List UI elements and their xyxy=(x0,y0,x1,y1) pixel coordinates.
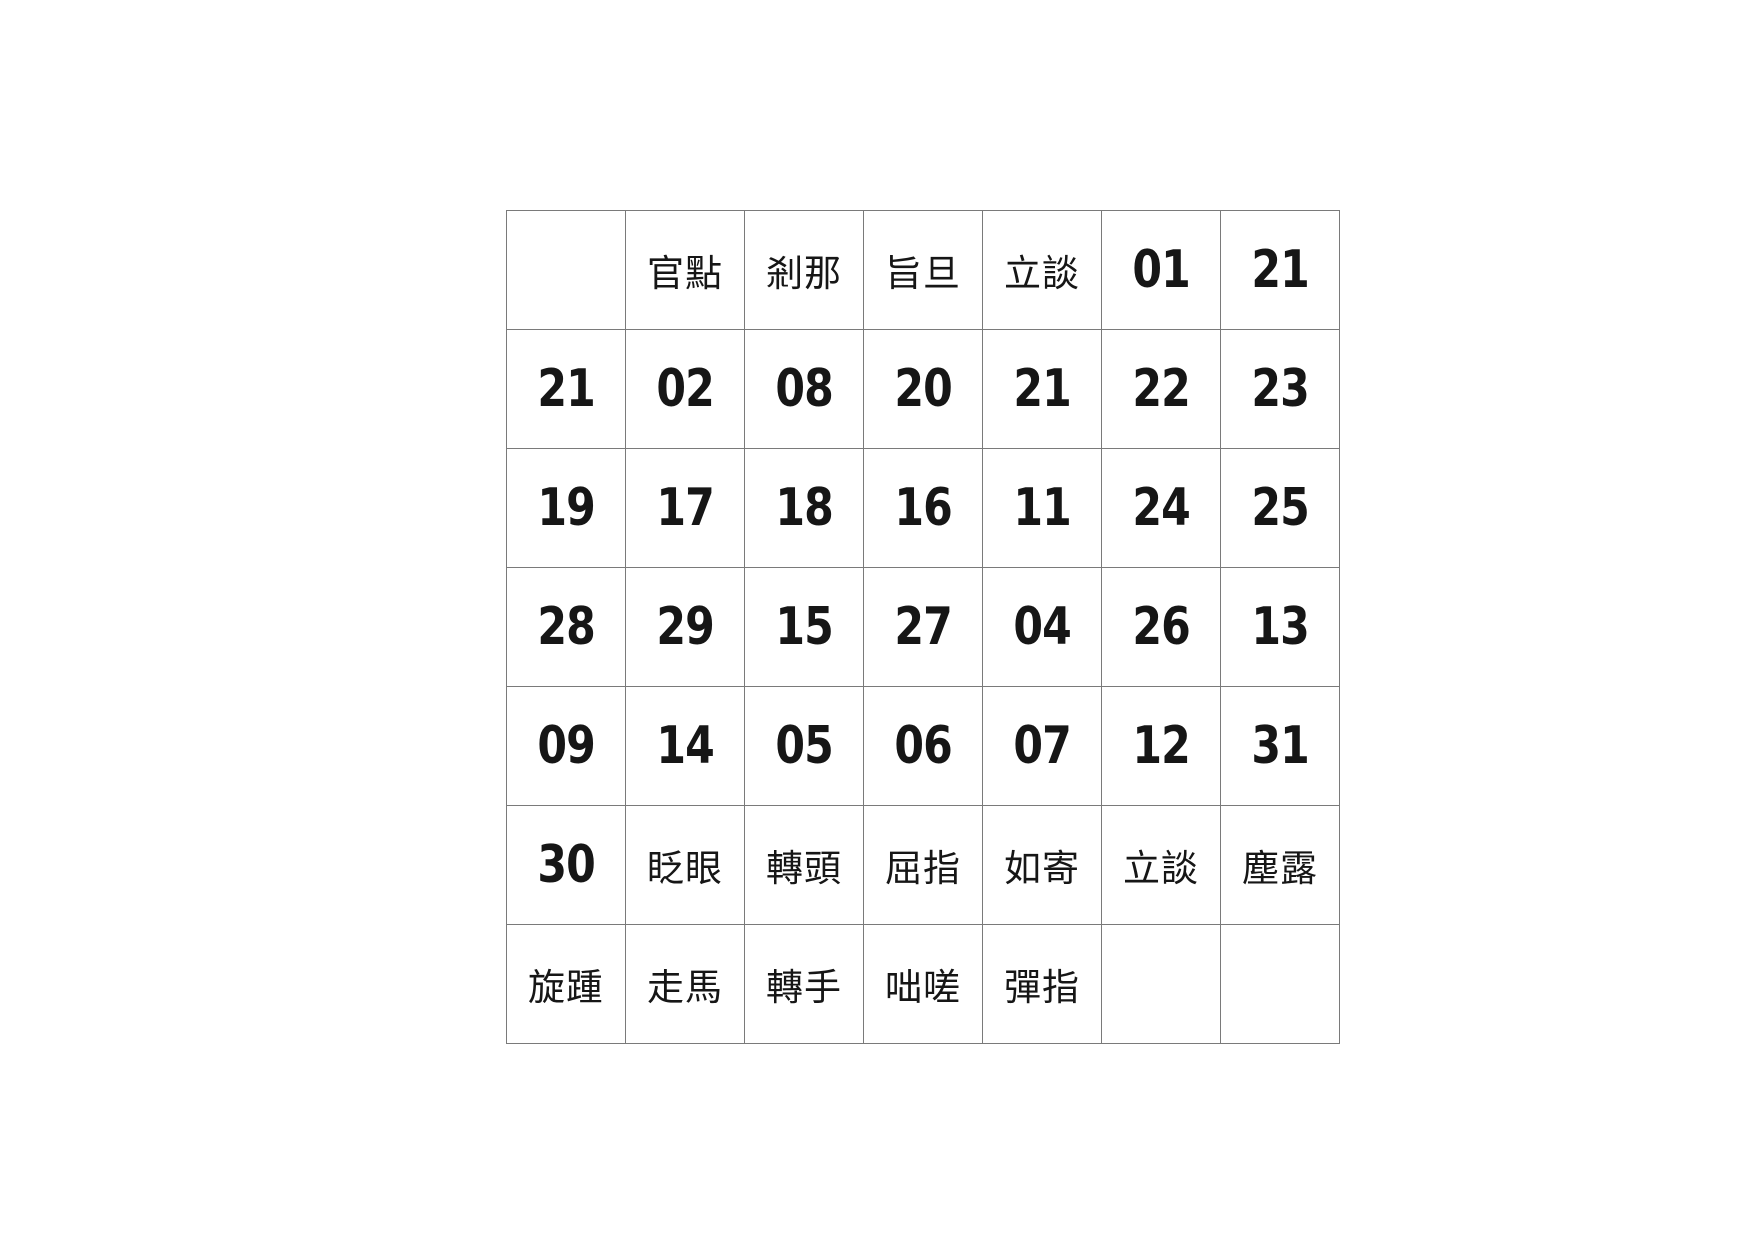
number-cell: 06 xyxy=(864,687,983,806)
word-label: 塵露 xyxy=(1242,847,1318,890)
number-label: 08 xyxy=(775,359,834,419)
empty-cell xyxy=(1221,925,1340,1044)
number-cell: 30 xyxy=(507,806,626,925)
word-label: 咄嗟 xyxy=(885,966,961,1009)
word-label: 轉頭 xyxy=(766,847,842,890)
number-label: 25 xyxy=(1251,478,1310,538)
number-cell: 31 xyxy=(1221,687,1340,806)
number-cell: 29 xyxy=(626,568,745,687)
word-label: 走馬 xyxy=(647,966,723,1009)
number-label: 26 xyxy=(1132,597,1191,657)
word-cell: 走馬 xyxy=(626,925,745,1044)
word-cell: 眨眼 xyxy=(626,806,745,925)
number-cell: 12 xyxy=(1102,687,1221,806)
number-cell: 21 xyxy=(507,330,626,449)
word-cell: 轉手 xyxy=(745,925,864,1044)
number-label: 07 xyxy=(1013,716,1072,776)
number-cell: 21 xyxy=(1221,211,1340,330)
number-cell: 23 xyxy=(1221,330,1340,449)
word-cell: 如寄 xyxy=(983,806,1102,925)
number-label: 06 xyxy=(894,716,953,776)
number-cell: 13 xyxy=(1221,568,1340,687)
word-label: 轉手 xyxy=(766,966,842,1009)
number-cell: 28 xyxy=(507,568,626,687)
word-cell: 立談 xyxy=(983,211,1102,330)
number-label: 14 xyxy=(656,716,715,776)
number-label: 15 xyxy=(775,597,834,657)
number-label: 29 xyxy=(656,597,715,657)
calendar-grid: 官點 剎那 旨旦 立談 01 21 21 02 08 20 21 22 23 19 17 18 16 11 24 25… xyxy=(506,210,1340,1044)
number-label: 23 xyxy=(1251,359,1310,419)
word-cell: 轉頭 xyxy=(745,806,864,925)
number-label: 04 xyxy=(1013,597,1072,657)
word-label: 眨眼 xyxy=(647,847,723,890)
number-label: 30 xyxy=(537,835,596,895)
number-cell: 24 xyxy=(1102,449,1221,568)
number-cell: 22 xyxy=(1102,330,1221,449)
word-label: 彈指 xyxy=(1004,966,1080,1009)
number-cell: 19 xyxy=(507,449,626,568)
number-label: 05 xyxy=(775,716,834,776)
number-label: 21 xyxy=(1251,240,1310,300)
number-label: 16 xyxy=(894,478,953,538)
number-label: 02 xyxy=(656,359,715,419)
number-label: 22 xyxy=(1132,359,1191,419)
empty-cell xyxy=(1102,925,1221,1044)
word-label: 立談 xyxy=(1123,847,1199,890)
number-cell: 26 xyxy=(1102,568,1221,687)
word-label: 官點 xyxy=(647,252,723,295)
number-label: 17 xyxy=(656,478,715,538)
number-label: 21 xyxy=(1013,359,1072,419)
number-label: 20 xyxy=(894,359,953,419)
number-cell: 27 xyxy=(864,568,983,687)
word-label: 如寄 xyxy=(1004,847,1080,890)
number-cell: 04 xyxy=(983,568,1102,687)
number-label: 12 xyxy=(1132,716,1191,776)
number-cell: 07 xyxy=(983,687,1102,806)
word-cell: 立談 xyxy=(1102,806,1221,925)
word-label: 屈指 xyxy=(885,847,961,890)
number-label: 28 xyxy=(537,597,596,657)
word-cell: 彈指 xyxy=(983,925,1102,1044)
number-cell: 21 xyxy=(983,330,1102,449)
number-label: 31 xyxy=(1251,716,1310,776)
word-label: 立談 xyxy=(1004,252,1080,295)
number-cell: 20 xyxy=(864,330,983,449)
word-label: 旨旦 xyxy=(885,252,961,295)
word-cell: 旨旦 xyxy=(864,211,983,330)
number-cell: 11 xyxy=(983,449,1102,568)
number-label: 11 xyxy=(1013,478,1072,538)
empty-cell xyxy=(507,211,626,330)
number-cell: 18 xyxy=(745,449,864,568)
number-cell: 09 xyxy=(507,687,626,806)
word-cell: 旋踵 xyxy=(507,925,626,1044)
word-cell: 官點 xyxy=(626,211,745,330)
number-label: 24 xyxy=(1132,478,1191,538)
number-cell: 08 xyxy=(745,330,864,449)
number-label: 18 xyxy=(775,478,834,538)
number-cell: 01 xyxy=(1102,211,1221,330)
number-label: 27 xyxy=(894,597,953,657)
number-label: 13 xyxy=(1251,597,1310,657)
number-label: 21 xyxy=(537,359,596,419)
word-cell: 屈指 xyxy=(864,806,983,925)
number-cell: 17 xyxy=(626,449,745,568)
number-cell: 05 xyxy=(745,687,864,806)
number-cell: 15 xyxy=(745,568,864,687)
number-cell: 02 xyxy=(626,330,745,449)
word-cell: 咄嗟 xyxy=(864,925,983,1044)
word-cell: 剎那 xyxy=(745,211,864,330)
number-cell: 14 xyxy=(626,687,745,806)
number-cell: 16 xyxy=(864,449,983,568)
number-cell: 25 xyxy=(1221,449,1340,568)
number-label: 09 xyxy=(537,716,596,776)
number-label: 01 xyxy=(1132,240,1191,300)
number-label: 19 xyxy=(537,478,596,538)
word-cell: 塵露 xyxy=(1221,806,1340,925)
word-label: 旋踵 xyxy=(528,966,604,1009)
word-label: 剎那 xyxy=(766,252,842,295)
